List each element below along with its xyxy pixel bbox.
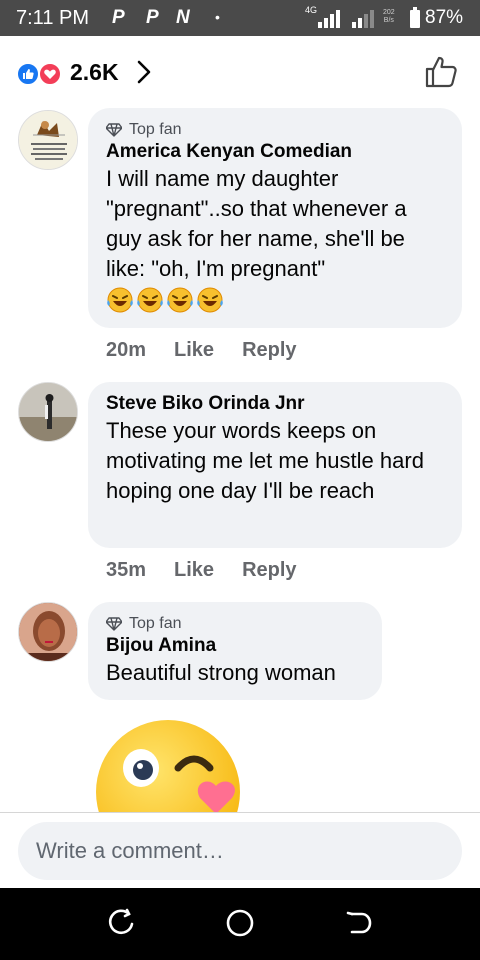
avatar[interactable] — [18, 602, 78, 662]
pinterest-notification-icon: P — [112, 7, 125, 28]
pinterest-notification-icon: P — [146, 7, 159, 28]
back-button[interactable] — [344, 908, 374, 943]
back-icon — [346, 911, 372, 934]
battery-icon — [410, 7, 420, 28]
comment-actions: 35m Like Reply — [106, 559, 325, 582]
like-reaction-icon — [16, 62, 40, 86]
reply-comment-button[interactable]: Reply — [242, 339, 296, 362]
status-time: 7:11 PM — [16, 7, 89, 29]
laughing-emoji-row — [106, 286, 444, 314]
like-comment-button[interactable]: Like — [174, 559, 214, 582]
laughing-tears-emoji-icon — [167, 287, 193, 313]
top-fan-badge: Top fan — [106, 614, 364, 634]
reactions-header: 2.6K — [0, 36, 480, 108]
recent-apps-button[interactable] — [106, 908, 136, 943]
news-notification-icon: N — [176, 7, 190, 28]
diamond-icon — [106, 617, 122, 631]
comment-bubble[interactable]: Top fan Bijou Amina Beautiful strong wom… — [88, 602, 382, 700]
comment-author[interactable]: Bijou Amina — [106, 634, 364, 658]
top-fan-badge: Top fan — [106, 120, 444, 140]
avatar[interactable] — [18, 110, 78, 170]
comment-composer — [0, 812, 480, 888]
like-comment-button[interactable]: Like — [174, 339, 214, 362]
status-bar: 7:11 PM P P N • 4G 202 B/s 87% — [0, 0, 480, 36]
reply-comment-button[interactable]: Reply — [242, 559, 296, 582]
thumbs-up-icon — [425, 56, 457, 88]
diamond-icon — [106, 123, 122, 137]
network-type-label: 4G — [305, 5, 318, 15]
comment-bubble[interactable]: Top fan America Kenyan Comedian I will n… — [88, 108, 462, 328]
comment-text: I will name my daughter "pregnant"..so t… — [106, 166, 407, 281]
comment-author[interactable]: Steve Biko Orinda Jnr — [106, 392, 444, 416]
data-speed-indicator: 202 B/s — [383, 9, 395, 24]
home-circle-icon — [226, 909, 254, 937]
like-post-button[interactable] — [423, 54, 459, 95]
wink-heart-emoji-sticker — [96, 716, 276, 812]
comment-bubble[interactable]: Steve Biko Orinda Jnr These your words k… — [88, 382, 462, 548]
home-button[interactable] — [225, 908, 255, 943]
system-nav-bar — [0, 888, 480, 960]
more-notifications-dot: • — [215, 9, 220, 25]
reaction-count[interactable]: 2.6K — [70, 59, 119, 86]
comment-actions: 20m Like Reply — [106, 339, 325, 362]
avatar[interactable] — [18, 382, 78, 442]
recents-icon — [108, 908, 134, 935]
love-reaction-icon — [38, 62, 62, 86]
comment-text: These your words keeps on motivating me … — [106, 418, 424, 503]
laughing-tears-emoji-icon — [197, 287, 223, 313]
comment-input[interactable] — [18, 822, 462, 880]
comment-text: Beautiful strong woman — [106, 660, 336, 685]
comment-timestamp: 35m — [106, 559, 147, 581]
battery-percent: 87% — [425, 7, 464, 28]
comment-timestamp: 20m — [106, 339, 147, 361]
laughing-tears-emoji-icon — [137, 287, 163, 313]
comment-author[interactable]: America Kenyan Comedian — [106, 140, 444, 164]
chevron-right-icon[interactable] — [134, 58, 154, 91]
laughing-tears-emoji-icon — [107, 287, 133, 313]
